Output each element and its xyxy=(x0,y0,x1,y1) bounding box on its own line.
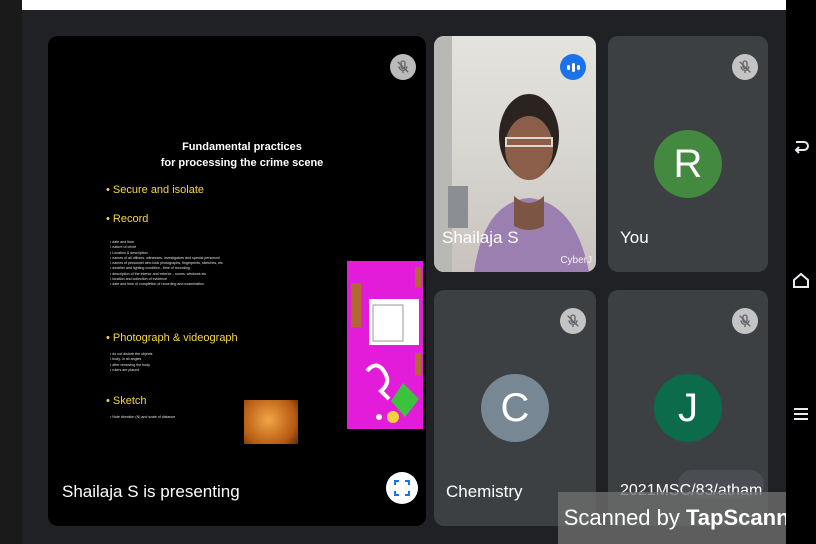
participant-name: Chemistry xyxy=(446,482,523,501)
slide-title-line2: for processing the crime scene xyxy=(160,157,324,169)
participant-tile-shailaja[interactable]: Shailaja S CyberJ xyxy=(434,36,596,272)
top-edge xyxy=(0,0,816,10)
scanner-banner: Scanned by TapScanner xyxy=(558,492,816,544)
avatar: J xyxy=(654,374,722,442)
presenter-label: Shailaja S is presenting xyxy=(62,482,240,501)
participant-tile-2021msc[interactable]: J 2021MSC/83/atham xyxy=(608,290,768,526)
slide-item: • rulers are placed xyxy=(110,367,140,372)
participant-name: Shailaja S xyxy=(442,228,519,247)
mic-off-icon xyxy=(560,308,586,334)
mic-off-icon xyxy=(732,54,758,80)
fullscreen-icon[interactable] xyxy=(386,472,418,504)
menu-nav-icon[interactable] xyxy=(790,404,812,428)
shared-slide: Fundamental practices for processing the… xyxy=(102,116,423,444)
avatar: C xyxy=(481,374,549,442)
mic-off-icon xyxy=(390,54,416,80)
presentation-tile[interactable]: Fundamental practices for processing the… xyxy=(48,36,426,526)
avatar: R xyxy=(654,130,722,198)
slide-title-line1: Fundamental practices xyxy=(182,141,302,153)
left-edge xyxy=(0,0,22,544)
system-nav-bar xyxy=(786,0,816,544)
slide-heading-secure: • Secure and isolate xyxy=(106,184,205,196)
slide-heading-record: • Record xyxy=(106,213,149,225)
record-items: • date and time • nature of crime • Loca… xyxy=(110,240,300,288)
slide-heading-photograph: • Photograph & videograph xyxy=(106,332,238,344)
speaking-indicator-icon xyxy=(560,54,586,80)
mic-off-icon xyxy=(732,308,758,334)
participant-tile-chemistry[interactable]: C Chemistry xyxy=(434,290,596,526)
evidence-photo-image xyxy=(244,400,298,444)
participant-name: You xyxy=(620,228,649,247)
back-nav-icon[interactable] xyxy=(790,138,812,162)
scanner-prefix: Scanned by xyxy=(563,505,686,530)
home-nav-icon[interactable] xyxy=(790,270,812,294)
photograph-items: • do not disturb the objects • body- in … xyxy=(110,352,300,373)
participant-tile-you[interactable]: R You xyxy=(608,36,768,272)
crime-scene-sketch-image xyxy=(347,261,423,429)
video-watermark: CyberJ xyxy=(560,255,592,266)
slide-item: • date and time of completion of recordi… xyxy=(110,282,204,287)
slide-heading-sketch: • Sketch xyxy=(106,395,147,407)
